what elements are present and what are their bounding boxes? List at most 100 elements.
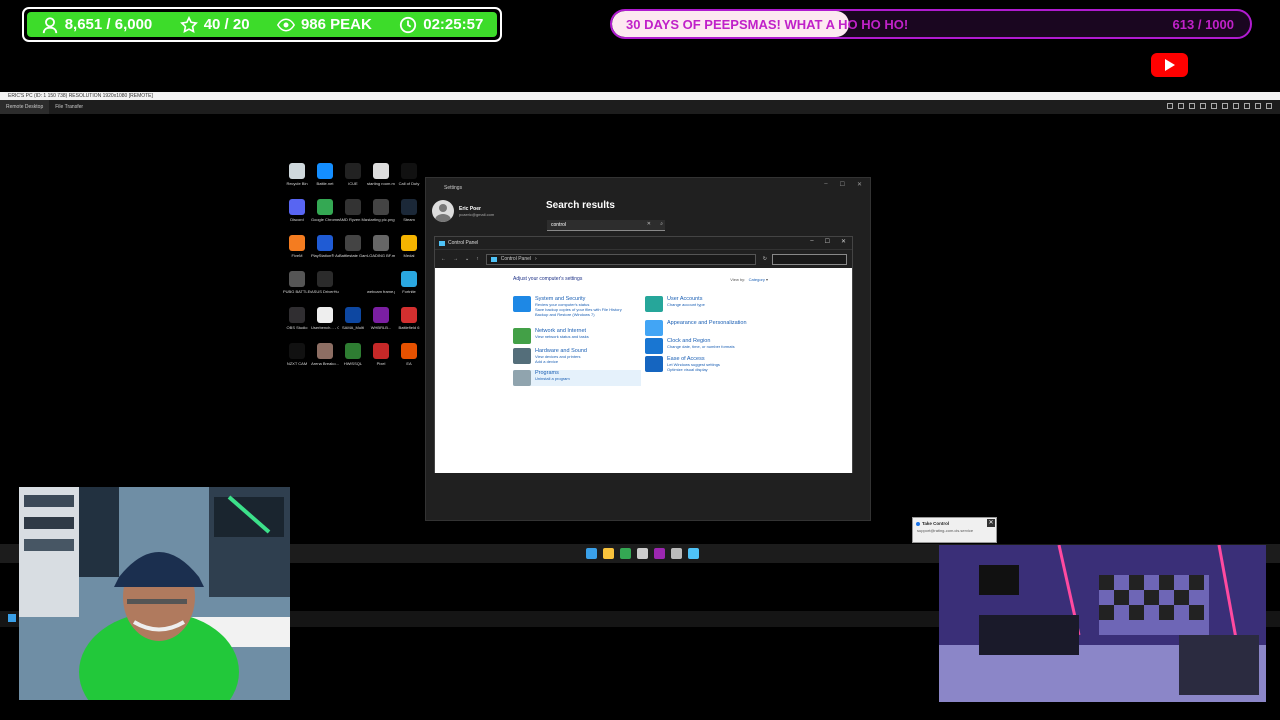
desktop-icon[interactable]: iCUE xyxy=(339,163,367,195)
category-links[interactable]: Let Windows suggest settings Optimize vi… xyxy=(667,362,720,372)
desktop-icon[interactable]: OBS Studio xyxy=(283,307,311,339)
desktop-icon-label: OBS Studio xyxy=(286,325,308,330)
back-icon[interactable]: ← xyxy=(441,256,446,262)
take-control-notification[interactable]: Take Control support@rating-com.cis.serv… xyxy=(912,517,997,543)
category-links[interactable]: View devices and printers Add a device xyxy=(535,354,587,364)
category-title[interactable]: Appearance and Personalization xyxy=(667,320,747,326)
category-item[interactable]: Appearance and Personalization xyxy=(645,320,773,336)
desktop-icon[interactable]: Discord xyxy=(283,199,311,231)
tool-icon[interactable] xyxy=(1222,103,1228,109)
up-icon[interactable]: ↑ xyxy=(476,256,479,262)
app-icon xyxy=(373,307,389,323)
desktop-icon[interactable]: FiveM xyxy=(283,235,311,267)
tool-icon[interactable] xyxy=(1167,103,1173,109)
desktop-icon[interactable]: Recycle Bin xyxy=(283,163,311,195)
hwinfo-icon xyxy=(345,343,361,359)
maximize-icon[interactable]: ☐ xyxy=(825,238,830,245)
desktop-icon[interactable]: Battlestate Games L... xyxy=(339,235,367,267)
start-icon[interactable] xyxy=(586,548,597,559)
nzxt-cam-icon xyxy=(289,343,305,359)
desktop-icon[interactable]: HWiSSQL xyxy=(339,343,367,375)
desktop-icon[interactable]: Call of Duty xyxy=(395,163,423,195)
tool-icon[interactable] xyxy=(1200,103,1206,109)
desktop-icon[interactable]: Medal xyxy=(395,235,423,267)
clear-icon[interactable]: ✕ xyxy=(647,221,651,227)
control-panel-icon[interactable] xyxy=(688,548,699,559)
desktop-icon[interactable]: LOADING BF.mp4 xyxy=(367,235,395,267)
battlenet-icon xyxy=(317,163,333,179)
desktop-icon[interactable] xyxy=(339,271,367,303)
tool-icon[interactable] xyxy=(1244,103,1250,109)
desktop-icon[interactable]: Battlefield 6 xyxy=(395,307,423,339)
close-icon[interactable]: ✕ xyxy=(987,519,995,527)
app-icon[interactable] xyxy=(654,548,665,559)
view-by[interactable]: View by: Category ▾ xyxy=(730,277,768,282)
category-item[interactable]: Ease of Access Let Windows suggest settin… xyxy=(645,356,773,372)
fortnite-icon xyxy=(401,271,417,287)
chrome-icon[interactable] xyxy=(620,548,631,559)
tool-icon[interactable] xyxy=(1211,103,1217,109)
user-email: pcaeric@gmail.com xyxy=(459,211,495,217)
category-links[interactable]: Change date, time, or number formats xyxy=(667,344,735,349)
amd-ryzen-master-icon xyxy=(345,199,361,215)
category-links[interactable]: Change account type xyxy=(667,302,705,307)
desktop-icon[interactable]: ASUS DriverHub xyxy=(311,271,339,303)
desktop-icon[interactable]: starting room.mp4 xyxy=(367,163,395,195)
category-item[interactable]: System and Security Review your computer'… xyxy=(513,296,641,317)
category-item[interactable]: Clock and Region Change date, time, or nu… xyxy=(645,338,773,354)
desktop-icon[interactable]: starting pic.png xyxy=(367,199,395,231)
user-profile[interactable]: Eric Poer pcaeric@gmail.com xyxy=(432,200,494,222)
chrome-icon xyxy=(317,199,333,215)
desktop-icon[interactable]: Pixel xyxy=(367,343,395,375)
desktop-icon[interactable]: Fortnite xyxy=(395,271,423,303)
desktop-icon[interactable]: NZXT CAM xyxy=(283,343,311,375)
minimize-icon[interactable]: – xyxy=(810,238,813,245)
followers-count: 8,651 / 6,000 xyxy=(64,16,153,33)
tool-icon[interactable] xyxy=(1233,103,1239,109)
category-links[interactable]: Review your computer's status Save backu… xyxy=(535,302,622,317)
search-input[interactable] xyxy=(772,254,847,265)
asus-driverhub-icon xyxy=(317,271,333,287)
category-item[interactable]: Hardware and Sound View devices and print… xyxy=(513,348,641,364)
desktop-icon[interactable]: PUBG BATTLEGR... xyxy=(283,271,311,303)
desktop-icon[interactable]: webcam frame.png xyxy=(367,271,395,303)
clock-icon[interactable] xyxy=(637,548,648,559)
category-links[interactable]: Uninstall a program xyxy=(535,376,570,381)
category-item[interactable]: Network and Internet View network status … xyxy=(513,328,641,344)
windows-logo-icon[interactable] xyxy=(8,614,16,622)
desktop-icon[interactable]: EA xyxy=(395,343,423,375)
tool-icon[interactable] xyxy=(1189,103,1195,109)
webcam-streamer-scene xyxy=(19,487,290,700)
desktop-icon[interactable]: Arena Breako... xyxy=(311,343,339,375)
desktop-icon[interactable]: Userbench... - Copy xyxy=(311,307,339,339)
desktop-icon[interactable]: Steam xyxy=(395,199,423,231)
refresh-icon[interactable]: ↻ xyxy=(763,256,767,262)
minimize-icon[interactable]: – xyxy=(824,181,827,188)
desktop-icon[interactable]: Battle.net xyxy=(311,163,339,195)
category-item[interactable]: Programs Uninstall a program xyxy=(513,370,641,386)
category-links[interactable]: View network status and tasks xyxy=(535,334,589,339)
close-icon[interactable]: ✕ xyxy=(841,238,846,245)
breadcrumb[interactable]: Control Panel › xyxy=(485,253,756,265)
desktop-icon[interactable]: SAMA_Multi xyxy=(339,307,367,339)
category-item[interactable]: User Accounts Change account type xyxy=(645,296,773,312)
tool-icon[interactable] xyxy=(1266,103,1272,109)
desktop-icon[interactable]: AMD Ryzen Master xyxy=(339,199,367,231)
maximize-icon[interactable]: ☐ xyxy=(840,181,845,188)
close-icon[interactable]: ✕ xyxy=(857,181,862,188)
chevron-down-icon[interactable]: ⌄ xyxy=(465,256,469,262)
desktop-icon[interactable]: PlayStation® Accessories xyxy=(311,235,339,267)
tab-file-transfer[interactable]: File Transfer xyxy=(49,100,89,114)
forward-icon[interactable]: → xyxy=(453,256,458,262)
file-explorer-icon[interactable] xyxy=(603,548,614,559)
discord-icon xyxy=(289,199,305,215)
search-input[interactable]: control ✕ ⌕ xyxy=(547,220,665,231)
desktop-icon[interactable]: Google Chrome xyxy=(311,199,339,231)
desktop-icon[interactable]: WHBRLB... xyxy=(367,307,395,339)
tool-icon[interactable] xyxy=(1255,103,1261,109)
desktop-icon-label: HWiSSQL xyxy=(343,361,363,366)
tab-remote-desktop[interactable]: Remote Desktop xyxy=(0,100,50,114)
settings-icon[interactable] xyxy=(671,548,682,559)
tool-icon[interactable] xyxy=(1178,103,1184,109)
search-icon[interactable]: ⌕ xyxy=(660,221,663,227)
